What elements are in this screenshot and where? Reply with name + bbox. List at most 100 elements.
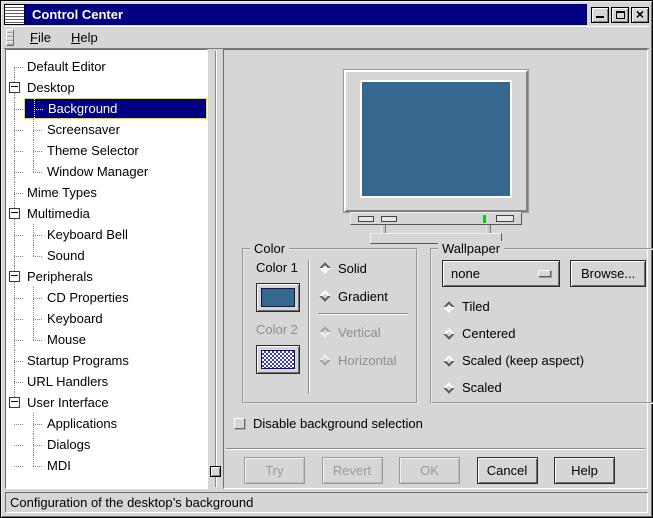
sidebar-item-label: Startup Programs [24, 353, 129, 368]
monitor-preview [344, 70, 528, 244]
sidebar-item-label: Background [45, 101, 117, 116]
sidebar-item-user-interface[interactable]: User Interface [6, 392, 207, 413]
titlebar: Control Center [4, 4, 649, 25]
sidebar-item-label: Dialogs [44, 437, 90, 452]
radio-label: Scaled [462, 380, 502, 395]
sidebar-item-dialogs[interactable]: Dialogs [6, 434, 207, 455]
sidebar-item-keyboard[interactable]: Keyboard [6, 308, 207, 329]
radio-diamond-icon [319, 290, 330, 301]
color1-label: Color 1 [256, 260, 306, 275]
menu-item-file[interactable]: File [20, 27, 61, 48]
wallpaper-radio-centered[interactable]: Centered [442, 320, 646, 347]
sidebar-item-label: Applications [44, 416, 117, 431]
menubar-drag-handle[interactable] [6, 29, 14, 46]
sidebar-item-peripherals[interactable]: Peripherals [6, 266, 207, 287]
titlebar-drag-area[interactable]: Control Center [25, 4, 587, 25]
cancel-button[interactable]: Cancel [477, 457, 538, 484]
color1-swatch [261, 288, 295, 307]
window-menu-icon[interactable] [4, 4, 25, 25]
sidebar-item-applications[interactable]: Applications [6, 413, 207, 434]
sidebar-item-label: Window Manager [44, 164, 148, 179]
sidebar-item-label: MDI [44, 458, 71, 473]
radio-label: Scaled (keep aspect) [462, 353, 584, 368]
sidebar-item-keyboard-bell[interactable]: Keyboard Bell [6, 224, 207, 245]
menubar: FileHelp [4, 26, 649, 49]
monitor-button-icon [381, 216, 397, 222]
power-led-icon [483, 215, 486, 223]
collapse-icon[interactable] [9, 208, 20, 219]
color2-swatch-button [256, 345, 300, 374]
minimize-button[interactable] [591, 7, 609, 23]
sidebar-item-label: Default Editor [24, 59, 106, 74]
statusbar: Configuration of the desktop’s backgroun… [5, 492, 648, 513]
sidebar-item-label: Screensaver [44, 122, 120, 137]
sidebar-item-cd-properties[interactable]: CD Properties [6, 287, 207, 308]
color1-swatch-button[interactable] [256, 283, 300, 312]
sidebar-item-window-manager[interactable]: Window Manager [6, 161, 207, 182]
maximize-icon [616, 11, 625, 19]
sidebar-item-mime-types[interactable]: Mime Types [6, 182, 207, 203]
radio-diamond-icon [319, 354, 330, 365]
browse-button[interactable]: Browse... [570, 260, 646, 287]
sidebar-item-label: Mime Types [24, 185, 97, 200]
help-button[interactable]: Help [554, 457, 615, 484]
sidebar-item-desktop[interactable]: Desktop [6, 77, 207, 98]
sidebar-item-background[interactable]: Background [6, 98, 207, 119]
monitor-bezel [344, 70, 528, 212]
radio-label: Solid [338, 261, 367, 276]
window-title: Control Center [32, 7, 123, 22]
sidebar-item-default-editor[interactable]: Default Editor [6, 56, 207, 77]
sidebar-item-label: Keyboard Bell [44, 227, 128, 242]
minimize-icon [596, 16, 604, 18]
color2-swatch [261, 350, 295, 369]
sidebar-item-startup-programs[interactable]: Startup Programs [6, 350, 207, 371]
collapse-icon[interactable] [9, 397, 20, 408]
monitor-chin [350, 212, 522, 225]
sidebar-item-multimedia[interactable]: Multimedia [6, 203, 207, 224]
menu-items: FileHelp [20, 27, 108, 48]
collapse-icon[interactable] [9, 82, 20, 93]
direction-radio-horizontal: Horizontal [318, 346, 410, 374]
monitor-button-icon [358, 216, 374, 222]
wallpaper-dropdown[interactable]: none [442, 260, 560, 287]
actions-separator [226, 448, 645, 450]
disable-background-checkbox[interactable]: Disable background selection [234, 416, 423, 431]
wallpaper-radio-scaled-keep-aspect[interactable]: Scaled (keep aspect) [442, 347, 646, 374]
radio-label: Tiled [462, 299, 490, 314]
fill-radio-gradient[interactable]: Gradient [318, 282, 410, 310]
maximize-button[interactable] [611, 7, 629, 23]
radio-diamond-icon [443, 355, 454, 366]
sidebar-item-sound[interactable]: Sound [6, 245, 207, 266]
radio-diamond-icon [319, 326, 330, 337]
radio-label: Centered [462, 326, 515, 341]
sidebar-item-label: Sound [44, 248, 85, 263]
wallpaper-frame: Wallpaper none Browse... TiledCenteredSc… [430, 248, 653, 404]
sidebar-item-label: Mouse [44, 332, 86, 347]
sidebar-item-label: CD Properties [44, 290, 129, 305]
sidebar-item-mdi[interactable]: MDI [6, 455, 207, 476]
sidebar-item-theme-selector[interactable]: Theme Selector [6, 140, 207, 161]
monitor-stand [381, 225, 491, 233]
menu-item-help[interactable]: Help [61, 27, 108, 48]
wallpaper-radio-scaled[interactable]: Scaled [442, 374, 646, 401]
sidebar-item-mouse[interactable]: Mouse [6, 329, 207, 350]
radio-diamond-icon [443, 301, 454, 312]
sidebar-item-label: Theme Selector [44, 143, 139, 158]
color2-label: Color 2 [256, 322, 306, 337]
pane-resize-handle[interactable] [210, 466, 221, 477]
checkbox-label: Disable background selection [253, 416, 423, 431]
wallpaper-radio-tiled[interactable]: Tiled [442, 293, 646, 320]
horizontal-separator [318, 313, 408, 315]
close-button[interactable] [631, 7, 649, 23]
option-menu-indicator-icon [538, 270, 551, 277]
color-frame: Color Color 1 Color 2 SolidGr [242, 248, 418, 404]
fill-radio-solid[interactable]: Solid [318, 254, 410, 282]
direction-radio-vertical: Vertical [318, 318, 410, 346]
monitor-power-button-icon [496, 215, 514, 222]
collapse-icon[interactable] [9, 271, 20, 282]
sidebar-item-url-handlers[interactable]: URL Handlers [6, 371, 207, 392]
wallpaper-frame-title: Wallpaper [438, 241, 504, 256]
control-center-window: Control Center FileHelp Default EditorDe… [0, 0, 653, 518]
sidebar-item-label: Keyboard [44, 311, 103, 326]
sidebar-item-screensaver[interactable]: Screensaver [6, 119, 207, 140]
